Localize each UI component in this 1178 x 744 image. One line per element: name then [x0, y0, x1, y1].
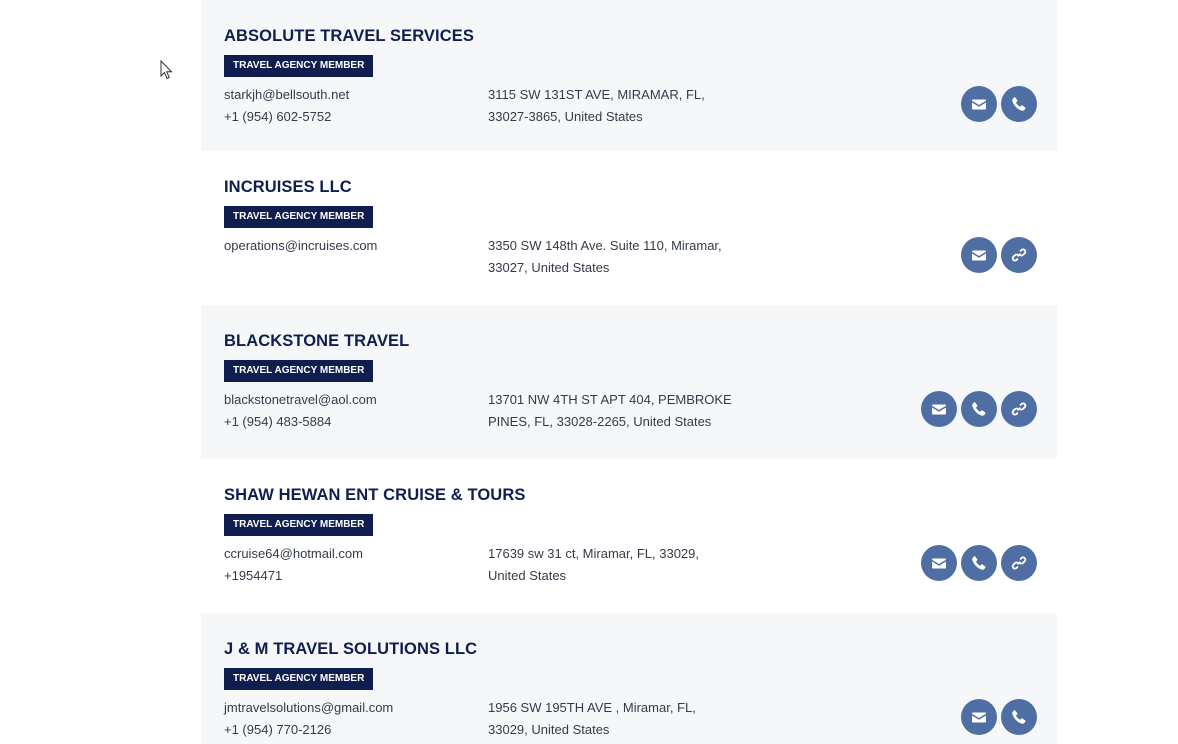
envelope-icon [972, 99, 986, 110]
agency-phone[interactable]: +1 (954) 483-5884 [224, 411, 377, 433]
action-buttons [921, 391, 1037, 427]
agency-name[interactable]: INCRUISES LLC [224, 178, 352, 197]
agency-address: 1956 SW 195TH AVE , Miramar, FL, 33029, … [488, 697, 763, 741]
phone-icon [1012, 710, 1026, 724]
agency-card: J & M TRAVEL SOLUTIONS LLC TRAVEL AGENCY… [201, 613, 1057, 744]
agency-address: 13701 NW 4TH ST APT 404, PEMBROKE PINES,… [488, 389, 763, 433]
address-line-1: 3350 SW 148th Ave. Suite 110, Miramar, [488, 238, 722, 253]
member-badge: TRAVEL AGENCY MEMBER [224, 668, 374, 690]
link-icon [1011, 248, 1027, 262]
email-button[interactable] [961, 699, 997, 735]
agency-card: ABSOLUTE TRAVEL SERVICES TRAVEL AGENCY M… [201, 0, 1057, 151]
address-line-1: 17639 sw 31 ct, Miramar, FL, 33029, [488, 546, 699, 561]
agency-phone[interactable]: +1954471 [224, 565, 363, 587]
agency-address: 3350 SW 148th Ave. Suite 110, Miramar, 3… [488, 235, 763, 279]
phone-button[interactable] [1001, 699, 1037, 735]
website-link-button[interactable] [1001, 545, 1037, 581]
contact-info: blackstonetravel@aol.com +1 (954) 483-58… [224, 389, 377, 433]
address-line-1: 3115 SW 131ST AVE, MIRAMAR, FL, [488, 87, 705, 102]
link-icon [1011, 402, 1027, 416]
action-buttons [961, 237, 1037, 273]
agency-email[interactable]: blackstonetravel@aol.com [224, 389, 377, 411]
phone-icon [972, 556, 986, 570]
address-line-2: 33027-3865, United States [488, 109, 643, 124]
agency-list: ABSOLUTE TRAVEL SERVICES TRAVEL AGENCY M… [201, 0, 1057, 744]
website-link-button[interactable] [1001, 237, 1037, 273]
member-badge: TRAVEL AGENCY MEMBER [224, 206, 374, 228]
email-button[interactable] [961, 86, 997, 122]
agency-card: SHAW HEWAN ENT CRUISE & TOURS TRAVEL AGE… [201, 459, 1057, 613]
email-button[interactable] [961, 237, 997, 273]
member-badge: TRAVEL AGENCY MEMBER [224, 514, 374, 536]
agency-phone[interactable]: +1 (954) 770-2126 [224, 719, 393, 741]
agency-card: INCRUISES LLC TRAVEL AGENCY MEMBER opera… [201, 151, 1057, 305]
contact-info: jmtravelsolutions@gmail.com +1 (954) 770… [224, 697, 393, 741]
agency-name[interactable]: BLACKSTONE TRAVEL [224, 332, 409, 351]
envelope-icon [972, 712, 986, 723]
agency-email[interactable]: ccruise64@hotmail.com [224, 543, 363, 565]
contact-info: operations@incruises.com [224, 235, 377, 257]
mouse-cursor-icon [160, 60, 173, 80]
agency-email[interactable]: starkjh@bellsouth.net [224, 84, 349, 106]
agency-email[interactable]: operations@incruises.com [224, 235, 377, 257]
envelope-icon [932, 558, 946, 569]
agency-name[interactable]: SHAW HEWAN ENT CRUISE & TOURS [224, 486, 525, 505]
envelope-icon [972, 250, 986, 261]
phone-icon [1012, 97, 1026, 111]
phone-button[interactable] [1001, 86, 1037, 122]
phone-icon [972, 402, 986, 416]
agency-address: 3115 SW 131ST AVE, MIRAMAR, FL, 33027-38… [488, 84, 763, 128]
address-line-2: PINES, FL, 33028-2265, United States [488, 414, 712, 429]
email-button[interactable] [921, 545, 957, 581]
agency-name[interactable]: J & M TRAVEL SOLUTIONS LLC [224, 640, 477, 659]
member-badge: TRAVEL AGENCY MEMBER [224, 55, 374, 77]
envelope-icon [932, 404, 946, 415]
contact-info: starkjh@bellsouth.net +1 (954) 602-5752 [224, 84, 349, 128]
agency-phone[interactable]: +1 (954) 602-5752 [224, 106, 349, 128]
website-link-button[interactable] [1001, 391, 1037, 427]
address-line-2: United States [488, 568, 567, 583]
link-icon [1011, 556, 1027, 570]
agency-address: 17639 sw 31 ct, Miramar, FL, 33029, Unit… [488, 543, 763, 587]
address-line-2: 33029, United States [488, 722, 610, 737]
address-line-1: 1956 SW 195TH AVE , Miramar, FL, [488, 700, 696, 715]
action-buttons [961, 699, 1037, 735]
phone-button[interactable] [961, 391, 997, 427]
phone-button[interactable] [961, 545, 997, 581]
address-line-2: 33027, United States [488, 260, 610, 275]
action-buttons [961, 86, 1037, 122]
action-buttons [921, 545, 1037, 581]
email-button[interactable] [921, 391, 957, 427]
contact-info: ccruise64@hotmail.com +1954471 [224, 543, 363, 587]
agency-name[interactable]: ABSOLUTE TRAVEL SERVICES [224, 27, 474, 46]
agency-email[interactable]: jmtravelsolutions@gmail.com [224, 697, 393, 719]
agency-card: BLACKSTONE TRAVEL TRAVEL AGENCY MEMBER b… [201, 305, 1057, 459]
member-badge: TRAVEL AGENCY MEMBER [224, 360, 374, 382]
address-line-1: 13701 NW 4TH ST APT 404, PEMBROKE [488, 392, 732, 407]
